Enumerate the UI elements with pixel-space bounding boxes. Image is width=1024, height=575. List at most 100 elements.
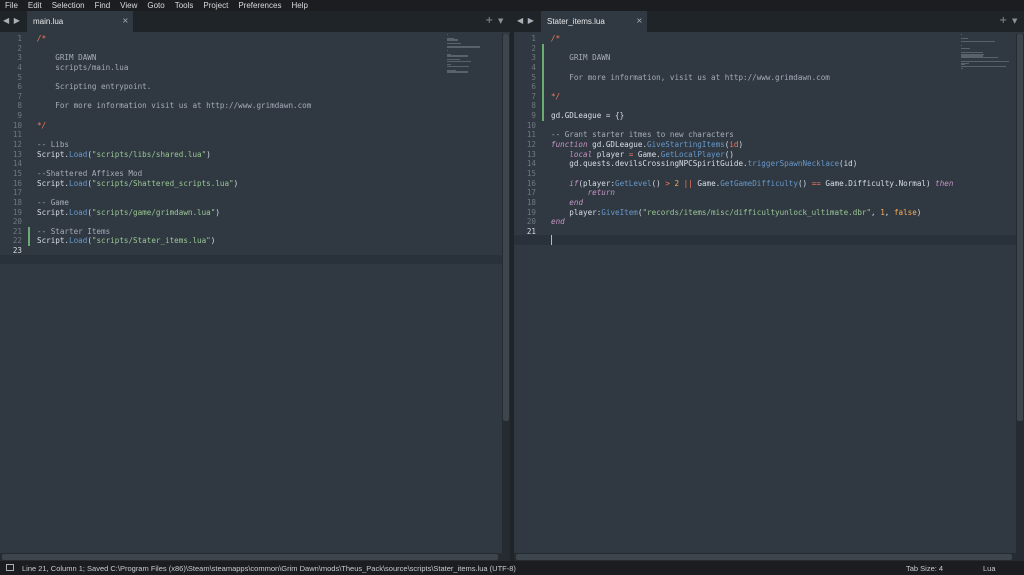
tab-stater-items-lua[interactable]: Stater_items.lua ×: [541, 11, 647, 32]
minimap[interactable]: [447, 34, 502, 74]
modified-line-marker: [28, 226, 30, 237]
line-number: 17: [0, 188, 30, 198]
tab-bar: ◀ ▶ main.lua × + ▼: [0, 11, 510, 32]
menu-item-file[interactable]: File: [0, 0, 23, 11]
code-token: GRIM DAWN: [37, 53, 97, 63]
scroll-thumb[interactable]: [2, 554, 498, 560]
line-number-text: 4: [17, 62, 22, 72]
new-tab-icon[interactable]: +: [999, 15, 1007, 26]
line-number-text: 1: [531, 34, 536, 43]
line-number: 3: [0, 53, 30, 63]
line-number-text: 2: [17, 43, 22, 53]
line-number-text: 14: [526, 159, 536, 169]
minimap-line: [447, 42, 461, 45]
line-number-text: 5: [17, 72, 22, 82]
horizontal-scrollbar[interactable]: [0, 553, 502, 561]
vertical-scrollbar[interactable]: [1016, 34, 1024, 561]
scroll-thumb[interactable]: [503, 34, 509, 421]
line-number-text: 22: [12, 236, 22, 246]
line-number: 18: [514, 198, 544, 208]
code-token: -- Grant starter itmes to new characters: [551, 130, 734, 140]
code-line: return: [551, 188, 953, 198]
line-number-text: 12: [526, 140, 536, 150]
code-token: Load: [69, 207, 88, 217]
code-token: GiveStartingItems: [647, 140, 725, 150]
code-line: gd.GDLeague = {}: [551, 111, 953, 121]
line-number: 9: [0, 111, 30, 121]
code-token: ==: [811, 178, 821, 188]
tab-label: Stater_items.lua: [547, 17, 605, 26]
code-line: -- Libs: [37, 140, 311, 150]
panel-toggle-icon[interactable]: [6, 564, 14, 571]
menu-item-tools[interactable]: Tools: [170, 0, 199, 11]
code-area[interactable]: /* GRIM DAWN scripts/main.lua Scripting …: [37, 34, 311, 256]
line-number: 15: [0, 169, 30, 179]
line-number: 9: [514, 111, 544, 121]
code-token: (): [797, 178, 812, 188]
code-token: ): [206, 149, 211, 159]
tab-main-lua[interactable]: main.lua ×: [27, 11, 133, 32]
line-number: 6: [514, 82, 544, 92]
minimap-line: [447, 60, 472, 62]
code-token: "scripts/game/grimdawn.lua": [91, 207, 216, 217]
minimap-line: [447, 34, 449, 36]
scroll-thumb[interactable]: [1017, 34, 1023, 421]
code-token: Script.: [37, 236, 70, 246]
line-number: 4: [0, 63, 30, 73]
line-number-text: 7: [531, 91, 536, 101]
code-line: -- Game: [37, 198, 311, 208]
horizontal-scrollbar[interactable]: [514, 553, 1016, 561]
syntax-indicator[interactable]: Lua: [983, 564, 996, 573]
line-number-text: 17: [12, 188, 22, 198]
line-number: 19: [0, 208, 30, 218]
code-token: GetLevel: [615, 178, 652, 188]
code-token: -- Libs: [37, 140, 70, 150]
line-number: 16: [0, 179, 30, 189]
code-token: GetGameDifficulty: [720, 178, 798, 188]
minimap[interactable]: [961, 34, 1016, 74]
menu-bar: File Edit Selection Find View Goto Tools Projec…: [0, 0, 1024, 11]
menu-item-view[interactable]: View: [115, 0, 142, 11]
code-line: */: [551, 92, 953, 102]
menu-item-preferences[interactable]: Preferences: [233, 0, 286, 11]
minimap-line: [447, 39, 458, 41]
menu-item-project[interactable]: Project: [198, 0, 233, 11]
line-number: 4: [514, 62, 544, 73]
tab-nav-arrows[interactable]: ◀ ▶: [3, 16, 21, 25]
close-icon[interactable]: ×: [122, 16, 129, 25]
line-number: 8: [514, 101, 544, 112]
close-icon[interactable]: ×: [636, 16, 643, 25]
menu-item-help[interactable]: Help: [286, 0, 312, 11]
line-number: 10: [514, 121, 544, 131]
code-line: if(player:GetLevel() > 2 || Game.GetGame…: [551, 179, 953, 189]
code-token: then: [935, 178, 954, 188]
code-line: player:GiveItem("records/items/misc/diff…: [551, 208, 953, 218]
menu-item-selection[interactable]: Selection: [47, 0, 90, 11]
code-token: Game.: [692, 178, 721, 188]
line-number: 1: [514, 34, 544, 44]
menu-item-edit[interactable]: Edit: [23, 0, 47, 11]
menu-item-goto[interactable]: Goto: [142, 0, 169, 11]
modified-line-marker: [28, 236, 30, 247]
line-number-text: 5: [531, 72, 536, 82]
modified-line-marker: [542, 43, 544, 54]
code-token: gd.GDLeague = {}: [551, 111, 625, 121]
tab-nav-arrows[interactable]: ◀ ▶: [517, 16, 535, 25]
line-number: 13: [514, 150, 544, 160]
menu-item-find[interactable]: Find: [90, 0, 116, 11]
code-token: local: [569, 149, 593, 159]
scroll-thumb[interactable]: [516, 554, 1012, 560]
chevron-down-icon[interactable]: ▼: [1012, 17, 1017, 25]
chevron-down-icon[interactable]: ▼: [498, 17, 503, 25]
code-token: false: [893, 207, 917, 217]
new-tab-icon[interactable]: +: [485, 15, 493, 26]
vertical-scrollbar[interactable]: [502, 34, 510, 561]
tab-size-indicator[interactable]: Tab Size: 4: [906, 564, 943, 573]
code-area[interactable]: /* GRIM DAWN For more information, visit…: [551, 34, 953, 236]
line-number-text: 10: [12, 120, 22, 130]
line-number-text: 10: [526, 120, 536, 130]
